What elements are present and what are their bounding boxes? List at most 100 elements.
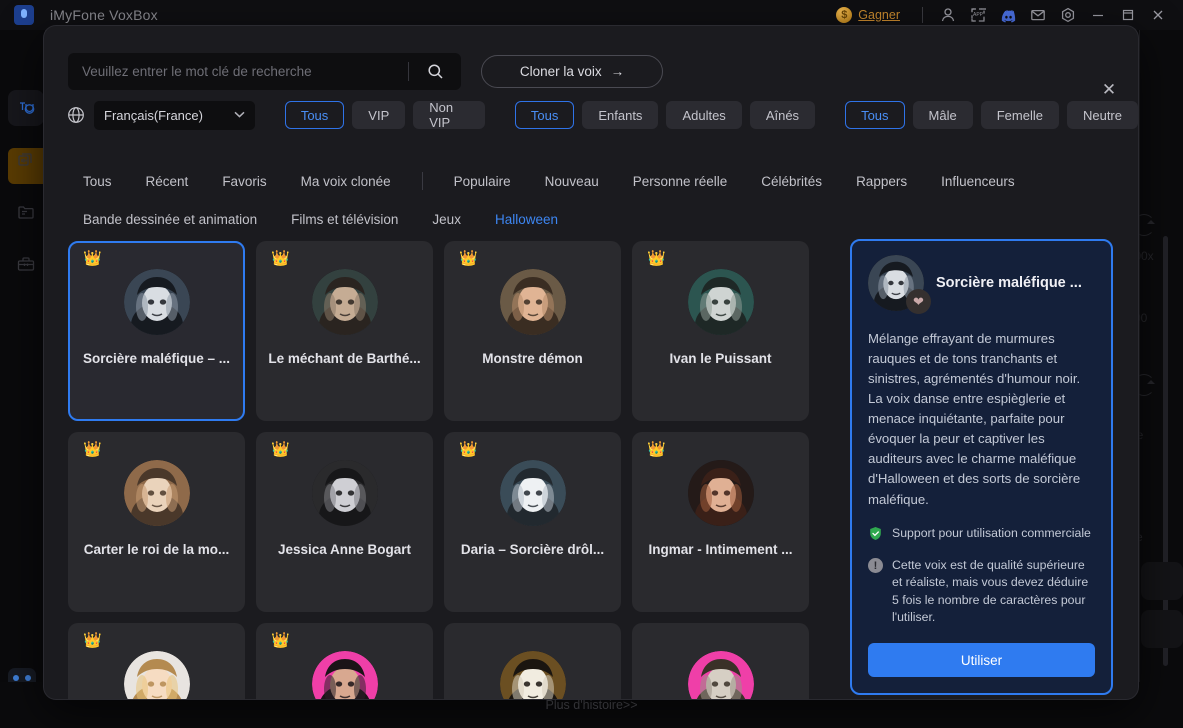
shield-check-icon [868,526,883,541]
language-select[interactable]: Français(France) [94,100,255,130]
voice-card[interactable] [632,623,809,699]
category-tous[interactable]: Tous [66,174,129,189]
category-favoris[interactable]: Favoris [205,174,283,189]
gender-chip-tous[interactable]: Tous [845,101,905,129]
voice-card[interactable]: 👑 Sorcière maléfique – ... [68,241,245,421]
voice-card[interactable]: 👑 [256,623,433,699]
chevron-down-icon [234,109,245,121]
age-chip-tous[interactable]: Tous [514,101,575,129]
category-halloween[interactable]: Halloween [478,212,575,227]
gender-chip-m-le[interactable]: Mâle [912,101,973,129]
vip-crown-icon: 👑 [459,441,478,458]
category-films-et-t-l-vision[interactable]: Films et télévision [274,212,415,227]
background-scrollbar[interactable] [1163,236,1168,666]
category-row-secondary: Bande dessinée et animation Films et télé… [66,206,575,232]
vip-crown-icon: 👑 [271,250,290,267]
search-input[interactable] [68,64,408,79]
voice-thumbnail [123,269,190,335]
voice-card[interactable]: 👑 [68,623,245,699]
voice-thumbnail [499,269,566,335]
category-populaire[interactable]: Populaire [437,174,528,189]
voice-thumbnail [499,651,566,699]
voice-card[interactable]: 👑 Ingmar - Intimement ... [632,432,809,612]
search-row: Cloner la voix → [68,53,663,90]
svg-text:APP: APP [973,12,984,18]
detail-description: Mélange effrayant de murmures rauques et… [868,331,1081,507]
clone-voice-button[interactable]: Cloner la voix → [481,55,663,88]
rail-item-toolbox[interactable] [8,246,44,282]
search-icon[interactable] [409,53,461,90]
vip-chip-vip[interactable]: VIP [352,101,406,129]
voice-card[interactable]: 👑 Jessica Anne Bogart [256,432,433,612]
voice-card[interactable]: 👑 Ivan le Puissant [632,241,809,421]
age-chip-a-n-s[interactable]: Aînés [749,101,816,129]
quality-note: ! Cette voix est de qualité supérieure e… [868,557,1095,627]
quality-note-text: Cette voix est de qualité supérieure et … [892,558,1089,625]
app-logo-icon [14,5,34,25]
voice-library-modal: ✕ Cloner la voix → Français(France) Tous… [44,26,1138,699]
detail-header: ❤ Sorcière maléfique ... [868,255,1095,314]
voice-grid: 👑 Sorcière maléfique – ... 👑 Le méchant d… [68,239,848,699]
category-divider [421,172,423,190]
voice-thumbnail [123,460,190,526]
rail-item-text-to-speech[interactable] [8,90,44,126]
category-influenceurs[interactable]: Influenceurs [924,174,1032,189]
app-title: iMyFone VoxBox [50,7,158,23]
vip-crown-icon: 👑 [83,250,102,267]
category-bande-dessin-e-et-animation[interactable]: Bande dessinée et animation [66,212,274,227]
background-card-2 [1141,610,1183,648]
coin-icon: $ [836,7,853,23]
voice-thumbnail [499,460,566,526]
voice-card[interactable] [444,623,621,699]
category-jeux[interactable]: Jeux [415,212,478,227]
search-box [68,53,461,90]
vip-crown-icon: 👑 [647,250,666,267]
age-chip-enfants[interactable]: Enfants [582,101,659,129]
vip-crown-icon: 👑 [271,632,290,649]
vip-chip-tous[interactable]: Tous [284,101,345,129]
age-chip-adultes[interactable]: Adultes [666,101,742,129]
voice-card[interactable]: 👑 Le méchant de Barthé... [256,241,433,421]
earn-button[interactable]: $ Gagner [836,7,900,23]
language-selected-value: Français(France) [104,107,203,123]
titlebar-divider [922,7,923,23]
earn-label: Gagner [858,8,900,22]
gender-chip-femelle[interactable]: Femelle [980,101,1059,129]
voice-thumbnail [687,269,754,335]
commercial-support-text: Support pour utilisation commerciale [892,525,1091,540]
vip-crown-icon: 👑 [647,441,666,458]
background-divider [1139,30,1140,682]
voice-card[interactable]: 👑 Daria – Sorcière drôl... [444,432,621,612]
left-navigation-rail [0,30,46,728]
arrow-right-icon: → [610,64,625,79]
close-icon[interactable] [1143,0,1173,30]
voice-name: Monstre démon [482,351,583,366]
more-story-link[interactable]: Plus d'histoire>> [545,698,637,712]
rail-item-audio-editor[interactable] [8,142,44,178]
rail-item-files[interactable] [8,194,44,230]
info-exclamation-icon: ! [868,558,883,574]
vip-crown-icon: 👑 [459,250,478,267]
use-voice-button[interactable]: Utiliser [868,643,1095,677]
voice-detail-panel: ❤ Sorcière maléfique ... Mélange effraya… [850,239,1113,695]
category-c-l-brit-s[interactable]: Célébrités [744,174,839,189]
voice-name: Ingmar - Intimement ... [648,542,793,557]
voice-card[interactable]: 👑 Carter le roi de la mo... [68,432,245,612]
vip-crown-icon: 👑 [271,441,290,458]
category-r-cent[interactable]: Récent [129,174,206,189]
detail-title: Sorcière maléfique ... [936,274,1082,291]
category-rappers[interactable]: Rappers [839,174,924,189]
heart-icon[interactable]: ❤ [906,289,931,314]
gender-chip-neutre[interactable]: Neutre [1066,101,1138,129]
category-personne-r-elle[interactable]: Personne réelle [616,174,745,189]
gender-filter-group: Tous Mâle Femelle Neutre [845,101,1138,129]
modal-close-icon[interactable]: ✕ [1096,76,1122,102]
commercial-support-note: Support pour utilisation commerciale [868,525,1095,542]
voice-thumbnail [311,269,378,335]
voice-name: Ivan le Puissant [669,351,772,366]
voice-card[interactable]: 👑 Monstre démon [444,241,621,421]
category-nouveau[interactable]: Nouveau [528,174,616,189]
category-ma-voix-clon-e[interactable]: Ma voix clonée [284,174,408,189]
voice-thumbnail [311,651,378,699]
vip-chip-non-vip[interactable]: Non VIP [413,100,485,130]
